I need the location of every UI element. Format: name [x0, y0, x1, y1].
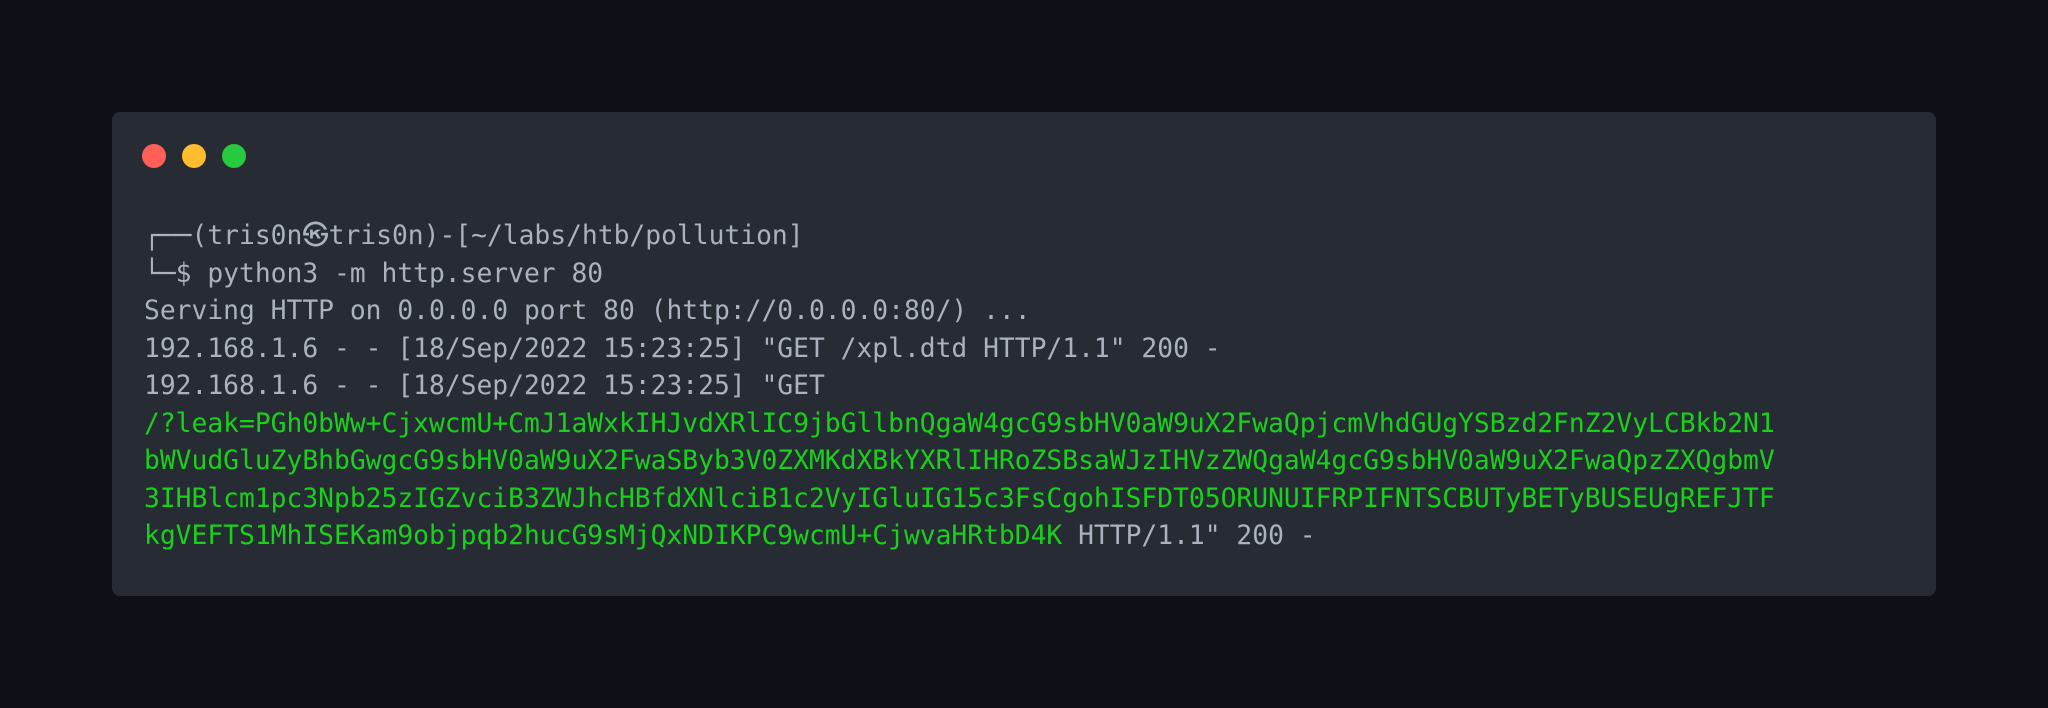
- leak-data-segment: kgVEFTS1MhISEKam9objpqb2hucG9sMjQxNDIKPC…: [144, 521, 1063, 551]
- close-button[interactable]: [142, 144, 166, 168]
- minimize-button[interactable]: [182, 144, 206, 168]
- prompt-header-line: ┌──(tris0n㉿tris0n)-[~/labs/htb/pollution…: [144, 221, 804, 251]
- leak-data-line: bWVudGluZyBhbGwgcG9sbHV0aW9uX2FwaSByb3V0…: [144, 446, 1775, 476]
- server-status-line: Serving HTTP on 0.0.0.0 port 80 (http://…: [144, 296, 1031, 326]
- leak-data-line: 3IHBlcm1pc3Npb25zIGZvciB3ZWJhcHBfdXNlciB…: [144, 483, 1775, 514]
- request-log-line: 192.168.1.6 - - [18/Sep/2022 15:23:25] "…: [144, 333, 1221, 364]
- leak-final-line: kgVEFTS1MhISEKam9objpqb2hucG9sMjQxNDIKPC…: [144, 518, 1904, 556]
- maximize-button[interactable]: [222, 144, 246, 168]
- request-status-suffix: HTTP/1.1" 200 -: [1062, 521, 1316, 551]
- request-log-line: 192.168.1.6 - - [18/Sep/2022 15:23:25] "…: [144, 371, 825, 401]
- leak-data-line: /?leak=PGh0bWw+CjxwcmU+CmJ1aWxkIHJvdXRlI…: [144, 408, 1775, 439]
- command-line: └─$ python3 -m http.server 80: [144, 258, 604, 289]
- terminal-output[interactable]: ┌──(tris0n㉿tris0n)-[~/labs/htb/pollution…: [144, 218, 1904, 556]
